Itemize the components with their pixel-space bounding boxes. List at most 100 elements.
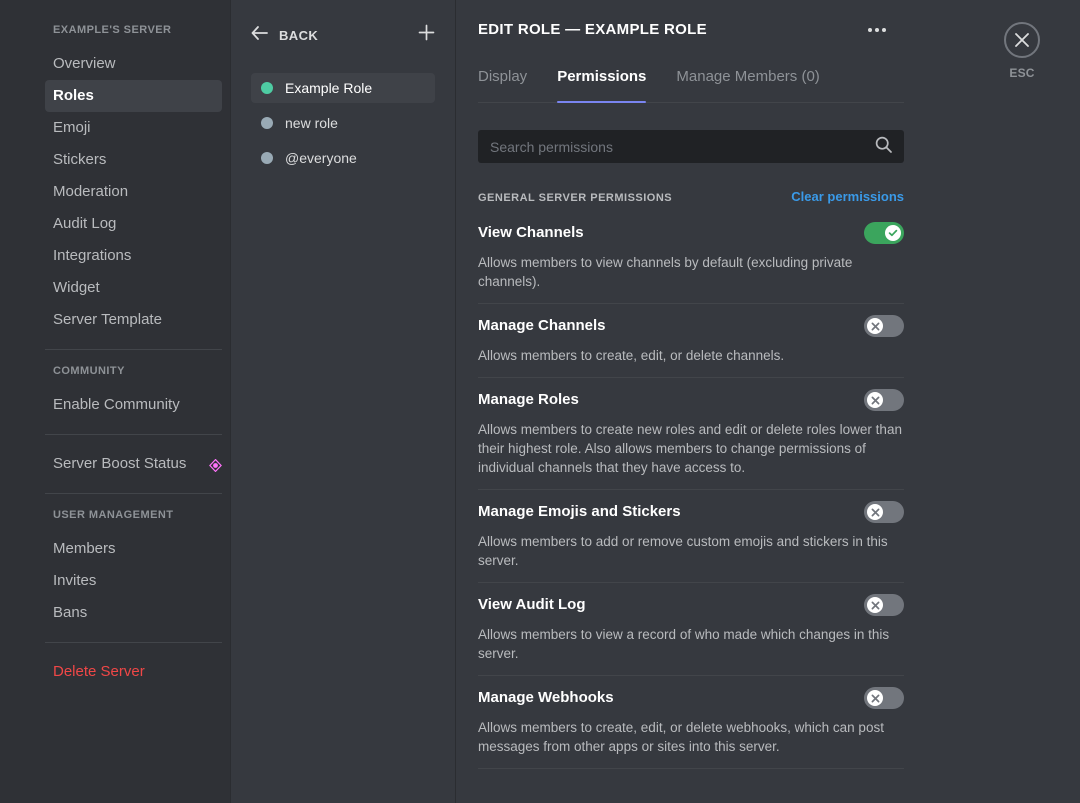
sidebar-item-emoji[interactable]: Emoji (45, 112, 222, 144)
sidebar-item-integrations[interactable]: Integrations (45, 240, 222, 272)
sidebar-item-label: Roles (53, 86, 94, 106)
role-edit-panel: EDIT ROLE — EXAMPLE ROLE Display Permissi… (455, 0, 1080, 803)
permissions-section-title: GENERAL SERVER PERMISSIONS (478, 192, 672, 204)
permission-toggle[interactable] (864, 315, 904, 337)
permission-toggle[interactable] (864, 222, 904, 244)
search-input[interactable] (490, 139, 875, 155)
permission-item: Manage Channels Allows members to create,… (478, 304, 904, 378)
sidebar-item-label: Bans (53, 603, 87, 623)
permission-toggle[interactable] (864, 594, 904, 616)
cross-icon (867, 318, 883, 334)
permission-name: View Audit Log (478, 595, 586, 615)
check-icon (885, 225, 901, 241)
search-icon (875, 136, 892, 158)
role-color-dot-icon (261, 117, 273, 129)
permission-item: View Audit Log Allows members to view a r… (478, 583, 904, 676)
sidebar-item-invites[interactable]: Invites (45, 565, 222, 597)
add-role-button[interactable] (415, 24, 437, 46)
sidebar-item-label: Stickers (53, 150, 106, 170)
sidebar-item-roles[interactable]: Roles (45, 80, 222, 112)
cross-icon (867, 690, 883, 706)
more-options-icon[interactable] (868, 22, 886, 38)
sidebar-divider (45, 642, 222, 643)
sidebar-item-label: Moderation (53, 182, 128, 202)
sidebar-item-overview[interactable]: Overview (45, 48, 222, 80)
roles-list-panel: BACK Example Role new role @everyone (230, 0, 455, 803)
permission-description: Allows members to add or remove custom e… (478, 532, 902, 570)
sidebar-items-container: EXAMPLE'S SERVER Overview Roles Emoji Sticke… (0, 22, 230, 688)
sidebar-item-stickers[interactable]: Stickers (45, 144, 222, 176)
tab-manage-members-0[interactable]: Manage Members (0) (676, 67, 819, 102)
permission-description: Allows members to create, edit, or delet… (478, 346, 902, 365)
sidebar-section-header: COMMUNITY (53, 363, 212, 379)
permission-toggle[interactable] (864, 687, 904, 709)
permission-item: Manage RolesAllows members to create new… (478, 378, 904, 490)
roles-panel-header: BACK (231, 22, 455, 48)
permission-row: View Channels (478, 222, 904, 244)
sidebar-item-members[interactable]: Members (45, 533, 222, 565)
permissions-section-header: GENERAL SERVER PERMISSIONS Clear permiss… (478, 189, 904, 204)
permission-row: View Audit Log (478, 594, 904, 616)
discord-server-settings-window: EXAMPLE'S SERVER Overview Roles Emoji Sticke… (0, 0, 1080, 803)
sidebar-item-audit-log[interactable]: Audit Log (45, 208, 222, 240)
arrow-left-icon (251, 26, 268, 45)
cross-icon (867, 504, 883, 520)
sidebar-item-label: Members (53, 539, 116, 559)
sidebar-item-server-template[interactable]: Server Template (45, 304, 222, 336)
clear-permissions-link[interactable]: Clear permissions (791, 189, 904, 204)
permission-item: Manage Webhooks Allows members to create,… (478, 676, 904, 769)
permission-item: Manage Emojis and Stickers Allows members… (478, 490, 904, 583)
sidebar-item-label: Integrations (53, 246, 131, 266)
role-list-item[interactable]: new role (251, 108, 435, 138)
role-name-label: new role (285, 115, 338, 131)
sidebar-section-header: USER MANAGEMENT (53, 507, 212, 523)
sidebar-item-delete-server[interactable]: Delete Server (45, 656, 222, 688)
sidebar-item-label: Invites (53, 571, 96, 591)
tab-display[interactable]: Display (478, 67, 527, 102)
close-x-icon (1004, 22, 1040, 58)
sidebar-item-enable-community[interactable]: Enable Community (45, 389, 222, 421)
permission-description: Allows members to create, edit, or delet… (478, 718, 902, 756)
role-color-dot-icon (261, 152, 273, 164)
permission-name: Manage Channels (478, 316, 606, 336)
sidebar-item-widget[interactable]: Widget (45, 272, 222, 304)
role-list-item[interactable]: @everyone (251, 143, 435, 173)
plus-icon (418, 24, 435, 46)
settings-sidebar: EXAMPLE'S SERVER Overview Roles Emoji Sticke… (0, 0, 230, 803)
sidebar-item-label: Server Template (53, 310, 162, 330)
sidebar-divider (45, 349, 222, 350)
permission-toggle[interactable] (864, 501, 904, 523)
search-permissions-bar[interactable] (478, 130, 904, 163)
esc-label: ESC (1009, 66, 1034, 80)
permissions-list: View Channels Allows members to view chan… (478, 213, 904, 769)
role-name-label: @everyone (285, 150, 357, 166)
sidebar-section-header: EXAMPLE'S SERVER (53, 22, 212, 38)
cross-icon (867, 392, 883, 408)
permission-name: Manage Emojis and Stickers (478, 502, 681, 522)
sidebar-item-label: Overview (53, 54, 116, 74)
back-label: BACK (279, 28, 318, 43)
sidebar-item-bans[interactable]: Bans (45, 597, 222, 629)
sidebar-item-label: Widget (53, 278, 100, 298)
permission-name: Manage Webhooks (478, 688, 614, 708)
sidebar-item-moderation[interactable]: Moderation (45, 176, 222, 208)
close-settings-button[interactable]: ESC (1002, 22, 1042, 80)
cross-icon (867, 597, 883, 613)
permission-description: Allows members to view a record of who m… (478, 625, 902, 663)
sidebar-item-label: Enable Community (53, 395, 180, 415)
permission-toggle[interactable] (864, 389, 904, 411)
boost-gem-icon (209, 458, 222, 471)
permission-name: View Channels (478, 223, 584, 243)
role-list-item[interactable]: Example Role (251, 73, 435, 103)
permission-row: Manage Emojis and Stickers (478, 501, 904, 523)
back-button[interactable]: BACK (251, 26, 415, 45)
tab-permissions[interactable]: Permissions (557, 67, 646, 102)
sidebar-item-label: Server Boost Status (53, 454, 186, 474)
permission-description: Allows members to view channels by defau… (478, 253, 902, 291)
page-title: EDIT ROLE — EXAMPLE ROLE (478, 20, 904, 40)
sidebar-item-server-boost-status[interactable]: Server Boost Status (45, 448, 222, 480)
permission-item: View Channels Allows members to view chan… (478, 213, 904, 304)
role-name-label: Example Role (285, 80, 372, 96)
role-tabs: Display Permissions Manage Members (0) (478, 67, 904, 103)
sidebar-divider (45, 434, 222, 435)
